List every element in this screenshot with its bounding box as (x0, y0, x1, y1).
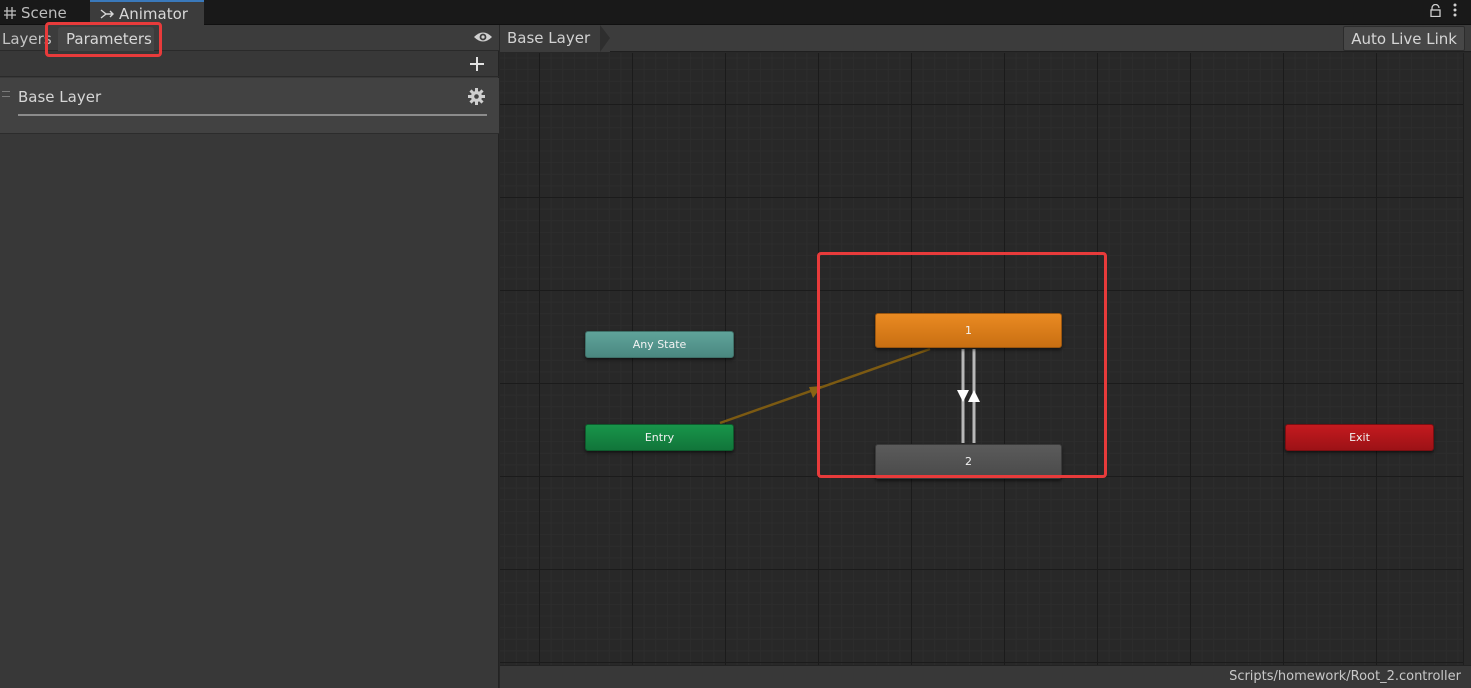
layer-weight-bar (18, 114, 487, 116)
layer-name: Base Layer (18, 88, 102, 106)
state-entry[interactable]: Entry (585, 424, 734, 451)
lock-icon[interactable] (1430, 3, 1441, 17)
window-tab-bar: Scene Animator (0, 0, 1471, 25)
add-layer-button[interactable] (469, 53, 485, 75)
gear-icon[interactable] (468, 88, 485, 105)
window-controls (1430, 3, 1457, 17)
transition-1-to-2-arrowhead (957, 390, 969, 402)
tab-layers[interactable]: Layers (2, 27, 54, 51)
kebab-menu-icon[interactable] (1453, 3, 1457, 17)
layer-item[interactable]: Base Layer (0, 78, 499, 134)
state-2[interactable]: 2 (875, 444, 1062, 479)
state-any-state[interactable]: Any State (585, 331, 734, 358)
tab-parameters[interactable]: Parameters (58, 27, 154, 51)
default-transition-arrow[interactable] (719, 347, 931, 425)
drag-handle-icon[interactable] (2, 91, 10, 97)
state-exit[interactable]: Exit (1285, 424, 1434, 451)
breadcrumb-base-layer[interactable]: Base Layer (500, 25, 611, 52)
state-machine-graph: Base Layer Auto Live Link Any State Entr… (500, 25, 1471, 688)
plus-icon (470, 57, 484, 71)
graph-header: Base Layer Auto Live Link (500, 25, 1471, 52)
tab-animator-label: Animator (119, 4, 188, 23)
graph-canvas[interactable]: Any State Entry Exit 1 2 (500, 53, 1463, 665)
eye-icon[interactable] (473, 29, 493, 45)
layers-parameters-panel: Layers Parameters Base Layer (0, 22, 499, 688)
state-1-default[interactable]: 1 (875, 313, 1062, 348)
tab-animator[interactable]: Animator (90, 0, 204, 25)
auto-live-link-button[interactable]: Auto Live Link (1343, 26, 1465, 51)
add-row (0, 51, 499, 77)
tab-scene-label: Scene (21, 3, 67, 22)
vertical-scrollbar[interactable] (1463, 53, 1471, 665)
panel-tab-header: Layers Parameters (0, 25, 499, 51)
status-bar: Scripts/homework/Root_2.controller (500, 665, 1471, 688)
animator-icon (100, 8, 114, 19)
default-transition-arrowhead (809, 386, 822, 398)
tab-scene[interactable]: Scene (0, 0, 88, 25)
transition-2-to-1-arrowhead (968, 390, 980, 402)
grid-icon (4, 6, 16, 19)
animator-window: Scene Animator Layers Parameters Base La… (0, 0, 1471, 688)
controller-path: Scripts/homework/Root_2.controller (1229, 669, 1461, 684)
transition-links (719, 347, 980, 443)
